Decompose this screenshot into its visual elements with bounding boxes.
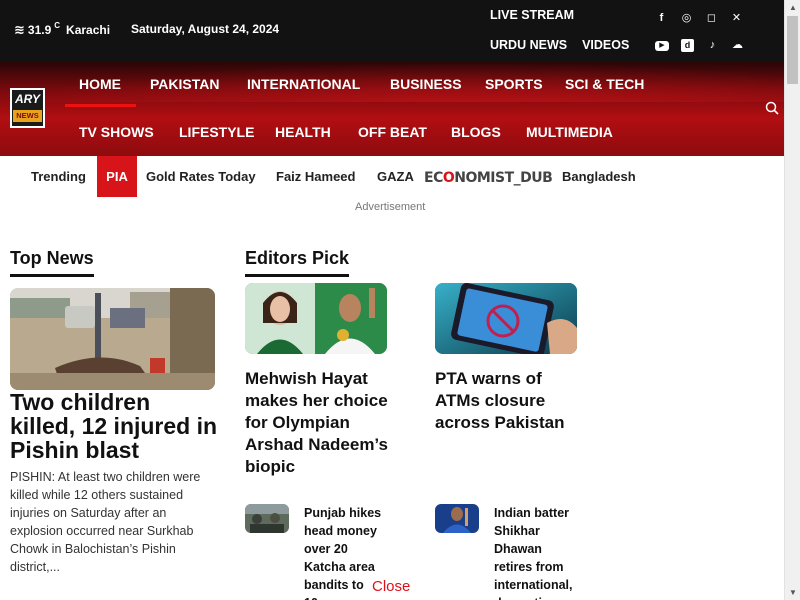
dailymotion-icon[interactable]: d — [681, 39, 694, 52]
trending-bar: Trending PIA Gold Rates Today Faiz Hamee… — [0, 156, 784, 197]
nav-item-international[interactable]: INTERNATIONAL — [247, 76, 360, 92]
nav-item-sci-tech[interactable]: SCI & TECH — [565, 76, 644, 92]
scroll-down-icon[interactable]: ▼ — [789, 588, 797, 597]
top-news-excerpt: PISHIN: At least two children were kille… — [10, 470, 201, 574]
nav-item-lifestyle[interactable]: LIFESTYLE — [179, 124, 254, 140]
dhawan-story-thumbnail[interactable] — [435, 504, 479, 533]
urdu-news-link[interactable]: URDU NEWS — [490, 38, 567, 52]
advertisement-label: Advertisement — [355, 201, 426, 213]
logo-text-ary: ARY — [14, 92, 41, 106]
mehwish-story-headline[interactable]: Mehwish Hayat makes her choice for Olymp… — [245, 368, 405, 478]
videos-link[interactable]: VIDEOS — [582, 38, 629, 52]
youtube-icon[interactable]: ▶ — [655, 40, 669, 51]
scrollbar-thumb[interactable] — [787, 16, 798, 84]
nav-item-multimedia[interactable]: MULTIMEDIA — [526, 124, 613, 140]
trending-item-gaza[interactable]: GAZA — [377, 169, 414, 184]
pta-story-image[interactable] — [435, 283, 577, 354]
top-news-title: Top News — [10, 248, 94, 277]
page-scrollbar[interactable]: ▲ ▼ — [784, 0, 800, 600]
nav-item-blogs[interactable]: BLOGS — [451, 124, 501, 140]
trending-label: Trending — [31, 169, 86, 184]
active-tab-indicator — [65, 104, 136, 107]
trending-item-bangladesh[interactable]: Bangladesh — [562, 169, 636, 184]
whatsapp-icon[interactable]: ◎ — [680, 12, 693, 25]
weather-icon: ≋ — [14, 22, 25, 37]
mehwish-story-image[interactable] — [245, 283, 387, 354]
temperature: 31.9 — [27, 23, 52, 37]
economist-dub-logo[interactable]: ECONOMIST_DUB — [424, 170, 553, 186]
search-icon[interactable] — [765, 101, 779, 115]
ary-news-logo[interactable]: ARY NEWS — [10, 88, 45, 128]
x-icon[interactable]: ✕ — [730, 12, 743, 25]
trending-item-pia[interactable]: PIA — [97, 156, 137, 197]
current-date: Saturday, August 24, 2024 — [131, 22, 280, 36]
tiktok-icon[interactable]: ♪ — [706, 39, 719, 52]
nav-item-tv-shows[interactable]: TV SHOWS — [79, 124, 154, 140]
nav-item-home[interactable]: HOME — [79, 76, 121, 92]
pta-story-headline[interactable]: PTA warns of ATMs closure across Pakista… — [435, 368, 585, 434]
soundcloud-icon[interactable]: ☁ — [731, 39, 744, 52]
logo-text-news: NEWS — [13, 110, 42, 122]
close-ad-button[interactable]: Close — [372, 578, 410, 595]
top-news-image[interactable] — [10, 288, 215, 390]
live-stream-link[interactable]: LIVE STREAM — [490, 8, 574, 22]
trending-item-faiz-hameed[interactable]: Faiz Hameed — [276, 169, 355, 184]
temperature-unit: C — [54, 20, 61, 30]
nav-item-health[interactable]: HEALTH — [275, 124, 331, 140]
main-navigation: ARY NEWS HOME PAKISTAN INTERNATIONAL BUSINE… — [0, 62, 784, 156]
punjab-story-thumbnail[interactable] — [245, 504, 289, 533]
weather-widget: ≋ 31.9 C Karachi — [14, 20, 111, 38]
city-name: Karachi — [66, 23, 111, 37]
top-news-headline[interactable]: Two children killed, 12 injured in Pishi… — [10, 390, 220, 462]
nav-item-business[interactable]: BUSINESS — [390, 76, 462, 92]
nav-item-sports[interactable]: SPORTS — [485, 76, 543, 92]
nav-item-pakistan[interactable]: PAKISTAN — [150, 76, 219, 92]
editors-pick-title: Editors Pick — [245, 248, 350, 277]
trending-item-gold-rates[interactable]: Gold Rates Today — [146, 169, 256, 184]
facebook-icon[interactable]: f — [655, 12, 668, 25]
dhawan-story-headline[interactable]: Indian batter Shikhar Dhawan retires fro… — [494, 504, 574, 600]
nav-item-off-beat[interactable]: OFF BEAT — [358, 124, 427, 140]
scroll-up-icon[interactable]: ▲ — [789, 3, 797, 12]
top-bar: ≋ 31.9 C Karachi Saturday, August 24, 20… — [0, 0, 784, 62]
instagram-icon[interactable]: ◻ — [705, 12, 718, 25]
